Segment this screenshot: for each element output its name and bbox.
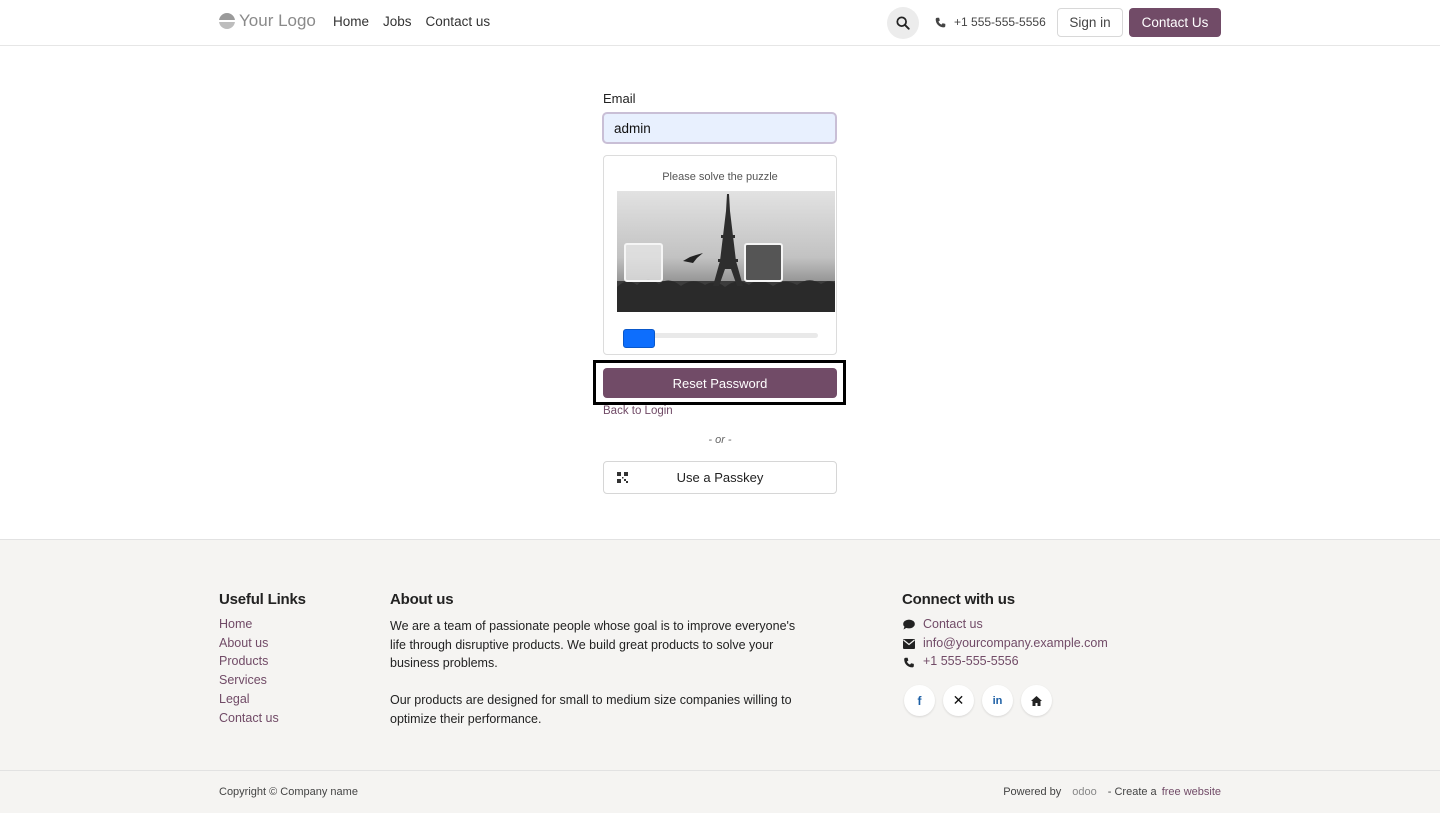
search-icon xyxy=(896,16,910,30)
chat-bubble-icon xyxy=(903,619,915,630)
connect-contact-label: Contact us xyxy=(923,617,983,631)
back-to-login-link[interactable]: Back to Login xyxy=(603,405,673,417)
or-divider: - or - xyxy=(708,434,732,446)
connect-heading: Connect with us xyxy=(902,591,1015,608)
about-paragraph-2: Our products are designed for small to m… xyxy=(390,693,792,726)
footer-bottom-bar: Copyright © Company name Powered by odoo… xyxy=(0,770,1440,813)
email-label: Email xyxy=(603,91,636,106)
puzzle-slider-handle[interactable] xyxy=(623,329,655,348)
home-icon[interactable] xyxy=(1021,685,1052,716)
nav-home[interactable]: Home xyxy=(333,14,369,29)
nav-jobs[interactable]: Jobs xyxy=(383,14,412,29)
passkey-label: Use a Passkey xyxy=(676,470,764,485)
contact-us-button[interactable]: Contact Us xyxy=(1129,8,1221,37)
powered-by: Powered by odoo - Create a free website xyxy=(1003,786,1221,798)
odoo-logo[interactable]: odoo xyxy=(1066,786,1102,798)
connect-email-label: info@yourcompany.example.com xyxy=(923,635,1108,650)
connect-contact[interactable]: Contact us xyxy=(903,617,1108,633)
header-phone[interactable]: +1 555-555-5556 xyxy=(935,15,1046,29)
copyright-text: Copyright © Company name xyxy=(219,786,358,798)
puzzle-title: Please solve the puzzle xyxy=(662,171,778,183)
connect-list: Contact us info@yourcompany.example.com … xyxy=(903,617,1108,670)
main-nav: Home Jobs Contact us xyxy=(333,14,490,29)
about-us-heading: About us xyxy=(390,591,454,608)
facebook-icon[interactable]: f xyxy=(904,685,935,716)
site-footer: Useful Links Home About us Products Serv… xyxy=(0,539,1440,813)
logo-text: Your Logo xyxy=(239,11,316,30)
x-icon[interactable]: ✕ xyxy=(943,685,974,716)
email-input[interactable] xyxy=(602,112,837,144)
footer-link-about-us[interactable]: About us xyxy=(219,636,279,652)
about-paragraph-1: We are a team of passionate people whose… xyxy=(390,619,796,671)
phone-icon xyxy=(904,657,914,668)
puzzle-piece[interactable] xyxy=(624,243,663,282)
footer-link-products[interactable]: Products xyxy=(219,654,279,670)
reset-password-button[interactable]: Reset Password xyxy=(603,368,837,398)
footer-link-services[interactable]: Services xyxy=(219,673,279,689)
logo-icon xyxy=(219,13,235,29)
qr-code-icon xyxy=(617,472,628,483)
puzzle-image xyxy=(617,191,835,312)
search-button[interactable] xyxy=(887,7,919,39)
connect-phone[interactable]: +1 555-555-5556 xyxy=(903,654,1108,670)
social-links: f ✕ in xyxy=(904,685,1052,716)
connect-phone-label: +1 555-555-5556 xyxy=(923,654,1019,669)
phone-icon xyxy=(935,17,946,27)
captcha-puzzle: Please solve the puzzle xyxy=(603,155,837,355)
site-header: Your Logo Home Jobs Contact us +1 555-55… xyxy=(0,0,1440,46)
powered-by-label: Powered by xyxy=(1003,786,1062,798)
envelope-icon xyxy=(903,638,915,649)
nav-contact-us[interactable]: Contact us xyxy=(426,14,491,29)
about-us-text: We are a team of passionate people whose… xyxy=(390,617,810,729)
create-prefix: - Create a xyxy=(1107,786,1157,798)
footer-link-legal[interactable]: Legal xyxy=(219,692,279,708)
footer-link-contact-us[interactable]: Contact us xyxy=(219,711,279,727)
connect-email[interactable]: info@yourcompany.example.com xyxy=(903,636,1108,652)
useful-links-heading: Useful Links xyxy=(219,591,306,608)
linkedin-icon[interactable]: in xyxy=(982,685,1013,716)
header-phone-number: +1 555-555-5556 xyxy=(954,15,1046,29)
use-passkey-button[interactable]: Use a Passkey xyxy=(603,461,837,494)
free-website-link[interactable]: free website xyxy=(1162,786,1221,798)
site-logo[interactable]: Your Logo xyxy=(219,11,316,31)
footer-link-home[interactable]: Home xyxy=(219,617,279,633)
useful-links-list: Home About us Products Services Legal Co… xyxy=(219,617,279,726)
sign-in-button[interactable]: Sign in xyxy=(1057,8,1123,37)
puzzle-target-slot xyxy=(744,243,783,282)
